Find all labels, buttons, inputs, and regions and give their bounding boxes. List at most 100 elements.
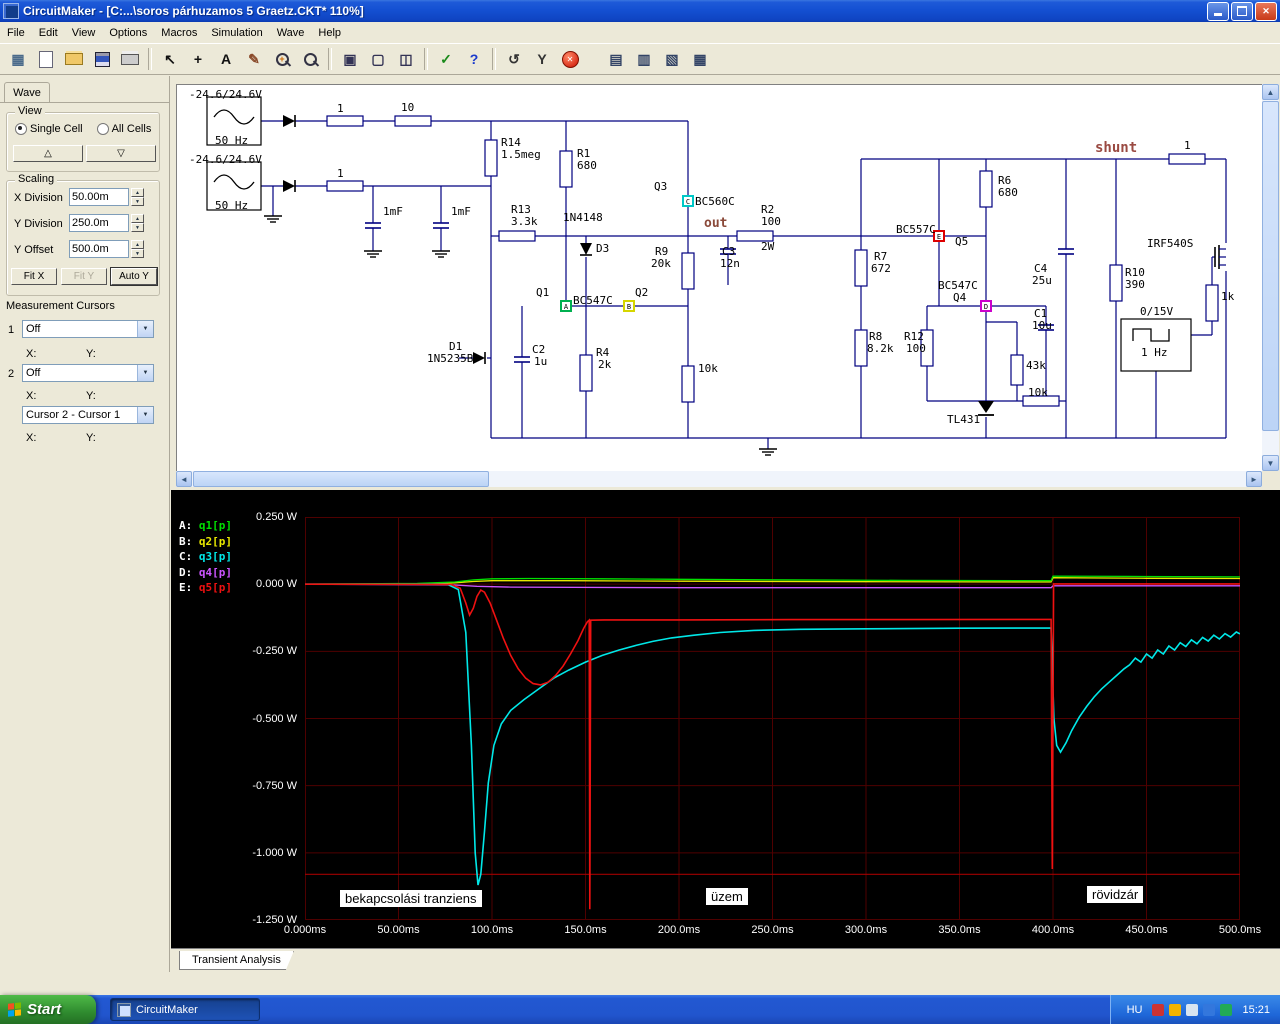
fit-x-button[interactable]: Fit X bbox=[11, 268, 57, 285]
language-indicator[interactable]: HU bbox=[1123, 1003, 1147, 1017]
search-icon[interactable] bbox=[297, 46, 323, 72]
title-bar[interactable]: CircuitMaker - [C:...\soros párhuzamos 5… bbox=[0, 0, 1280, 22]
scroll-down-icon[interactable]: ▼ bbox=[1262, 455, 1279, 471]
x-axis-tick-label: 150.0ms bbox=[564, 924, 607, 936]
check-icon[interactable]: ✓ bbox=[433, 46, 459, 72]
tile-horizontal-icon[interactable]: ▤ bbox=[603, 46, 629, 72]
menu-edit[interactable]: Edit bbox=[32, 24, 65, 42]
scroll-up-button[interactable]: △ bbox=[13, 145, 83, 162]
schematic-label: 25u bbox=[1032, 274, 1052, 287]
scroll-right-icon[interactable]: ► bbox=[1246, 471, 1262, 487]
fit-page-icon[interactable]: ▢ bbox=[365, 46, 391, 72]
toolbar-sep bbox=[148, 48, 152, 70]
volume-icon[interactable] bbox=[1186, 1003, 1199, 1016]
new-file-icon[interactable] bbox=[33, 46, 59, 72]
menu-file[interactable]: File bbox=[0, 24, 32, 42]
print-icon[interactable] bbox=[117, 46, 143, 72]
split-window-icon[interactable]: ◫ bbox=[393, 46, 419, 72]
menu-wave[interactable]: Wave bbox=[270, 24, 312, 42]
schematic-label: 1N5235B bbox=[427, 352, 474, 365]
schematic-canvas[interactable]: ABCDE -24.6/24.6V 50 Hz -24.6/24.6V 50 Hz 1 1… bbox=[176, 84, 1263, 472]
wave-panel: Wave View Single Cell All Cells △ ▽ Scal… bbox=[0, 76, 170, 972]
menu-simulation[interactable]: Simulation bbox=[204, 24, 269, 42]
vertical-scrollbar[interactable]: ▲ ▼ bbox=[1262, 84, 1279, 471]
parts-browser-icon[interactable]: ▦ bbox=[5, 46, 31, 72]
antivirus-icon[interactable] bbox=[1152, 1003, 1165, 1016]
auto-y-button[interactable]: Auto Y bbox=[110, 267, 158, 286]
text-tool-icon[interactable]: A bbox=[213, 46, 239, 72]
scroll-down-button[interactable]: ▽ bbox=[86, 145, 156, 162]
schematic-label: 1u bbox=[534, 355, 548, 368]
open-file-icon[interactable] bbox=[61, 46, 87, 72]
waveform-panel: A: q1[p] B: q2[p] C: q3[p] D: q4[p] E: q5[p]… bbox=[171, 490, 1280, 948]
view-group: View Single Cell All Cells △ ▽ bbox=[6, 105, 160, 172]
taskbar-item-circuitmaker[interactable]: CircuitMaker bbox=[110, 998, 260, 1021]
y-division-input[interactable] bbox=[69, 214, 129, 232]
tab-wave[interactable]: Wave bbox=[4, 82, 50, 103]
menu-view[interactable]: View bbox=[65, 24, 103, 42]
radio-all-cells-label: All Cells bbox=[111, 123, 152, 135]
schematic-label: 10k bbox=[1028, 386, 1048, 399]
x-axis-tick-label: 350.0ms bbox=[938, 924, 981, 936]
x-axis-tick-label: 400.0ms bbox=[1031, 924, 1075, 936]
zoom-tool-icon[interactable] bbox=[269, 46, 295, 72]
help-icon[interactable]: ? bbox=[461, 46, 487, 72]
x-division-spinner[interactable]: ▲ ▼ bbox=[131, 188, 144, 206]
schematic-label: 680 bbox=[998, 186, 1018, 199]
y-division-spinner[interactable]: ▲ ▼ bbox=[131, 214, 144, 232]
cursor1-number: 1 bbox=[8, 324, 15, 336]
cursor2-select[interactable]: Off ▼ bbox=[22, 364, 154, 382]
menu-macros[interactable]: Macros bbox=[154, 24, 204, 42]
radio-single-cell[interactable]: Single Cell bbox=[15, 123, 83, 135]
cursor1-select[interactable]: Off ▼ bbox=[22, 320, 154, 338]
y-parameters-icon[interactable]: Y bbox=[529, 46, 555, 72]
cursor1-y-label: Y: bbox=[86, 348, 96, 360]
chevron-down-icon[interactable]: ▼ bbox=[137, 365, 153, 381]
y-offset-input[interactable] bbox=[69, 240, 129, 258]
restore-button[interactable] bbox=[1231, 1, 1253, 21]
radio-all-cells[interactable]: All Cells bbox=[96, 123, 152, 135]
horizontal-scroll-thumb[interactable] bbox=[193, 471, 489, 487]
scroll-left-icon[interactable]: ◄ bbox=[176, 471, 192, 487]
menu-help[interactable]: Help bbox=[311, 24, 348, 42]
schematic-label: Q2 bbox=[635, 286, 649, 299]
reset-icon[interactable]: ↺ bbox=[501, 46, 527, 72]
schematic-label: 3.3k bbox=[511, 215, 538, 228]
scheduler-icon[interactable] bbox=[1220, 1003, 1233, 1016]
schematic-label: IRF540S bbox=[1147, 237, 1194, 250]
save-icon[interactable] bbox=[89, 46, 115, 72]
schematic-label: 390 bbox=[1125, 278, 1145, 291]
stop-simulation-icon[interactable] bbox=[557, 46, 583, 72]
legend-entry-q1[p]: A: q1[p] bbox=[179, 519, 232, 532]
y-offset-spinner[interactable]: ▲ ▼ bbox=[131, 240, 144, 258]
cascade-windows-icon[interactable]: ▧ bbox=[659, 46, 685, 72]
menu-options[interactable]: Options bbox=[102, 24, 154, 42]
tab-transient-analysis[interactable]: Transient Analysis bbox=[179, 951, 294, 970]
cursor-diff-select[interactable]: Cursor 2 - Cursor 1 ▼ bbox=[22, 406, 154, 424]
x-axis-tick-label: 500.0ms bbox=[1218, 924, 1262, 936]
edit-tool-icon[interactable]: ✎ bbox=[241, 46, 267, 72]
update-icon[interactable] bbox=[1169, 1003, 1182, 1016]
x-division-input[interactable] bbox=[69, 188, 129, 206]
waveform-canvas[interactable] bbox=[305, 517, 1240, 920]
tile-vertical-icon[interactable]: ▥ bbox=[631, 46, 657, 72]
close-button[interactable]: ✕ bbox=[1255, 1, 1277, 21]
vertical-scroll-thumb[interactable] bbox=[1262, 101, 1279, 431]
schematic-label: 100 bbox=[761, 215, 781, 228]
network-icon[interactable] bbox=[1203, 1003, 1216, 1016]
scroll-up-icon[interactable]: ▲ bbox=[1262, 84, 1279, 100]
cursor-tool-icon[interactable]: ↖ bbox=[157, 46, 183, 72]
chevron-down-icon[interactable]: ▼ bbox=[137, 321, 153, 337]
fit-y-button[interactable]: Fit Y bbox=[61, 268, 107, 285]
minimize-button[interactable] bbox=[1207, 1, 1229, 21]
zoom-window-icon[interactable]: ▣ bbox=[337, 46, 363, 72]
horizontal-scrollbar[interactable]: ◄ ► bbox=[176, 471, 1262, 487]
start-button[interactable]: Start bbox=[0, 995, 96, 1024]
wire-tool-icon[interactable]: + bbox=[185, 46, 211, 72]
svg-text:E: E bbox=[937, 233, 941, 241]
schematic-label: 10k bbox=[698, 362, 718, 375]
arrange-windows-icon[interactable]: ▦ bbox=[687, 46, 713, 72]
chevron-down-icon[interactable]: ▼ bbox=[137, 407, 153, 423]
x-axis-tick-label: 0.000ms bbox=[283, 924, 327, 936]
schematic-label: Q3 bbox=[654, 180, 668, 193]
